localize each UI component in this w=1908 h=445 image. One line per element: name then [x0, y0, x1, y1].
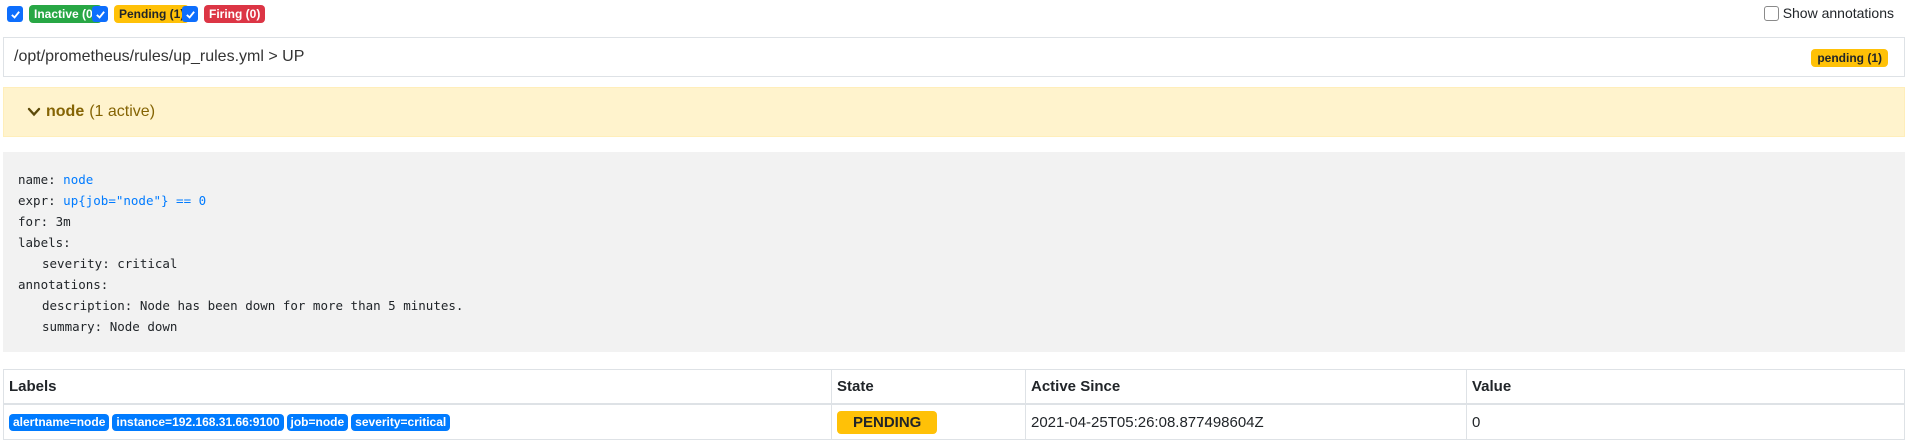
- rule-file-path: /opt/prometheus/rules/up_rules.yml > UP: [14, 48, 305, 65]
- alert-group-header[interactable]: node (1 active): [3, 87, 1905, 137]
- rule-annotations-key: annotations:: [18, 277, 109, 292]
- label-badge: instance=192.168.31.66:9100: [112, 414, 284, 431]
- rule-expr-line: expr: up{job="node"} == 0: [18, 193, 207, 208]
- column-header-labels: Labels: [3, 369, 832, 405]
- show-annotations-checkbox[interactable]: [1763, 5, 1779, 21]
- inactive-badge: Inactive (0): [29, 5, 102, 23]
- rule-name-value: node: [63, 172, 94, 187]
- chevron-down-icon[interactable]: [26, 104, 42, 120]
- filter-pending[interactable]: Pending (1): [92, 4, 190, 24]
- active-since-cell: 2021-04-25T05:26:08.877498604Z: [1025, 403, 1467, 440]
- table-header-row: Labels State Active Since Value: [3, 369, 1905, 405]
- table-row: alertname=node instance=192.168.31.66:910…: [3, 403, 1905, 440]
- show-annotations-toggle[interactable]: Show annotations: [1763, 5, 1894, 21]
- label-badge: alertname=node: [9, 414, 110, 431]
- rule-description-line: description: Node has been down for more…: [42, 298, 464, 313]
- rule-for-line: for: 3m: [18, 214, 71, 229]
- filter-inactive[interactable]: Inactive (0): [7, 4, 102, 24]
- rule-definition: name: node expr: up{job="node"} == 0 for…: [3, 152, 1905, 352]
- value-cell: 0: [1466, 403, 1905, 440]
- firing-badge: Firing (0): [204, 5, 266, 23]
- filter-bar: Inactive (0) Pending (1) Firing (0) Show…: [0, 0, 1908, 30]
- filter-firing[interactable]: Firing (0): [182, 4, 266, 24]
- rule-name-line: name: node: [18, 172, 94, 187]
- rule-file-status-badge: pending (1): [1811, 49, 1888, 67]
- labels-cell: alertname=node instance=192.168.31.66:910…: [3, 403, 832, 440]
- label-badge: severity=critical: [351, 414, 451, 431]
- rule-severity-line: severity: critical: [42, 256, 178, 271]
- check-icon: [95, 10, 105, 19]
- group-name: node: [46, 103, 85, 120]
- rule-labels-key: labels:: [18, 235, 71, 250]
- pending-badge: Pending (1): [114, 5, 190, 23]
- alerts-table: Labels State Active Since Value alertnam…: [3, 369, 1905, 440]
- check-icon: [185, 10, 195, 19]
- inactive-checkbox[interactable]: [7, 6, 23, 22]
- label-badge: job=node: [286, 414, 349, 431]
- state-badge: PENDING: [837, 410, 938, 434]
- pending-checkbox[interactable]: [92, 6, 108, 22]
- check-icon: [10, 10, 20, 19]
- firing-checkbox[interactable]: [182, 6, 198, 22]
- column-header-state: State: [831, 369, 1026, 405]
- show-annotations-label: Show annotations: [1782, 5, 1894, 21]
- column-header-value: Value: [1466, 369, 1905, 405]
- rule-summary-line: summary: Node down: [42, 319, 178, 334]
- group-active-count: (1 active): [89, 103, 156, 120]
- rule-file-header: /opt/prometheus/rules/up_rules.yml > UP …: [3, 37, 1905, 77]
- column-header-active-since: Active Since: [1025, 369, 1467, 405]
- state-cell: PENDING: [831, 403, 1026, 440]
- rule-expr-value: up{job="node"} == 0: [63, 193, 207, 208]
